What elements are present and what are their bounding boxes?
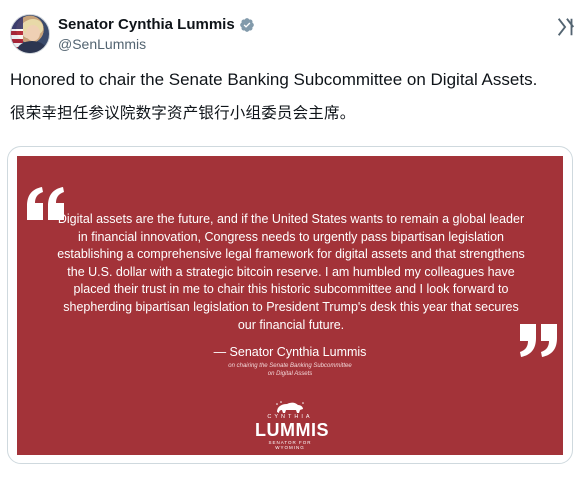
avatar[interactable]	[10, 14, 50, 54]
quote-attribution: — Senator Cynthia Lummis	[213, 345, 367, 359]
quote-attribution-subtitle: on chairing the Senate Banking Subcommit…	[228, 363, 352, 377]
quote-graphic: Digital assets are the future, and if th…	[17, 156, 563, 455]
avatar-face	[26, 25, 40, 41]
author-name-row: Senator Cynthia Lummis	[58, 16, 255, 33]
logo-senator-text: SENATOR FOR WYOMING	[268, 440, 312, 450]
author-name[interactable]: Senator Cynthia Lummis	[58, 16, 235, 33]
media-card[interactable]: Digital assets are the future, and if th…	[7, 146, 573, 464]
lummis-logo: CYNTHIA LUMMIS SENATOR FOR WYOMING	[255, 400, 329, 450]
post-text-english: Honored to chair the Senate Banking Subc…	[10, 70, 538, 89]
author-handle[interactable]: @SenLummis	[58, 36, 146, 52]
post-header: Senator Cynthia Lummis @SenLummis	[10, 14, 577, 58]
logo-lummis-text: LUMMIS	[255, 420, 329, 440]
quote-text: Digital assets are the future, and if th…	[57, 212, 525, 332]
verified-badge-icon	[239, 17, 254, 32]
avatar-body	[17, 41, 47, 53]
bison-logo-icon	[276, 401, 304, 413]
post-text-chinese: 很荣幸担任参议院数字资产银行小组委员会主席。	[10, 105, 356, 122]
grok-icon[interactable]	[555, 16, 577, 38]
